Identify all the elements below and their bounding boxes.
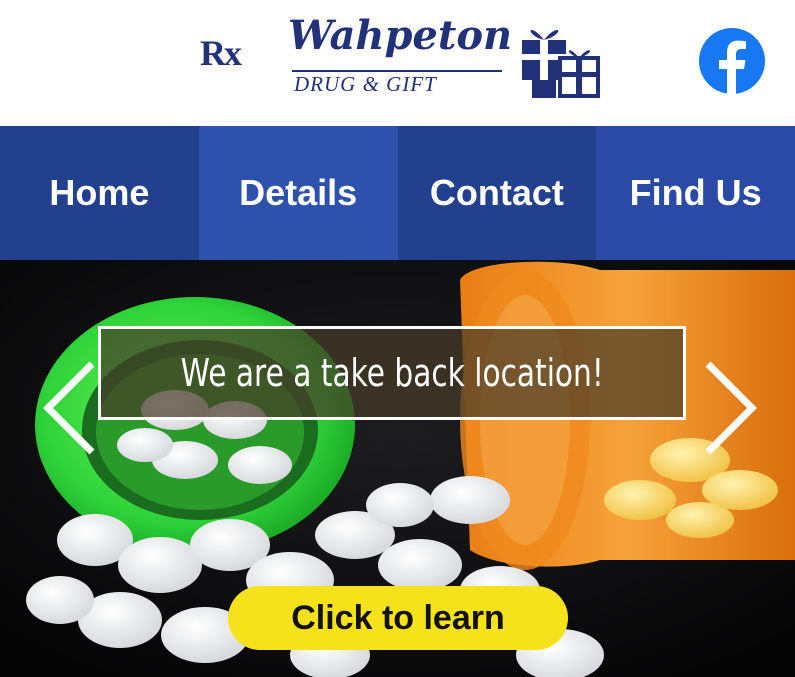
nav-item-details[interactable]: Details bbox=[198, 126, 398, 260]
facebook-icon[interactable] bbox=[698, 27, 766, 95]
main-nav: Home Details Contact Find Us bbox=[0, 126, 795, 260]
slide-caption: We are a take back location! bbox=[180, 351, 604, 395]
slide-caption-box: We are a take back location! bbox=[98, 326, 686, 420]
nav-item-contact[interactable]: Contact bbox=[397, 126, 597, 260]
site-logo[interactable]: Rx Wahpeton DRUG & GIFT bbox=[196, 10, 606, 106]
site-header: Rx Wahpeton DRUG & GIFT bbox=[0, 0, 795, 126]
hero-slider: We are a take back location! Click to le… bbox=[0, 260, 795, 677]
page: Rx Wahpeton DRUG & GIFT Home Details Con… bbox=[0, 0, 795, 677]
logo-rx-mark: Rx bbox=[200, 33, 242, 73]
gift-boxes-icon bbox=[522, 29, 600, 98]
logo-tagline: DRUG & GIFT bbox=[294, 72, 437, 96]
click-to-learn-button[interactable]: Click to learn bbox=[228, 586, 568, 650]
chevron-right-icon[interactable] bbox=[700, 358, 760, 458]
chevron-left-icon[interactable] bbox=[40, 358, 100, 458]
logo-title: Wahpeton bbox=[288, 12, 513, 59]
nav-item-find-us[interactable]: Find Us bbox=[596, 126, 795, 260]
nav-item-home[interactable]: Home bbox=[0, 126, 199, 260]
